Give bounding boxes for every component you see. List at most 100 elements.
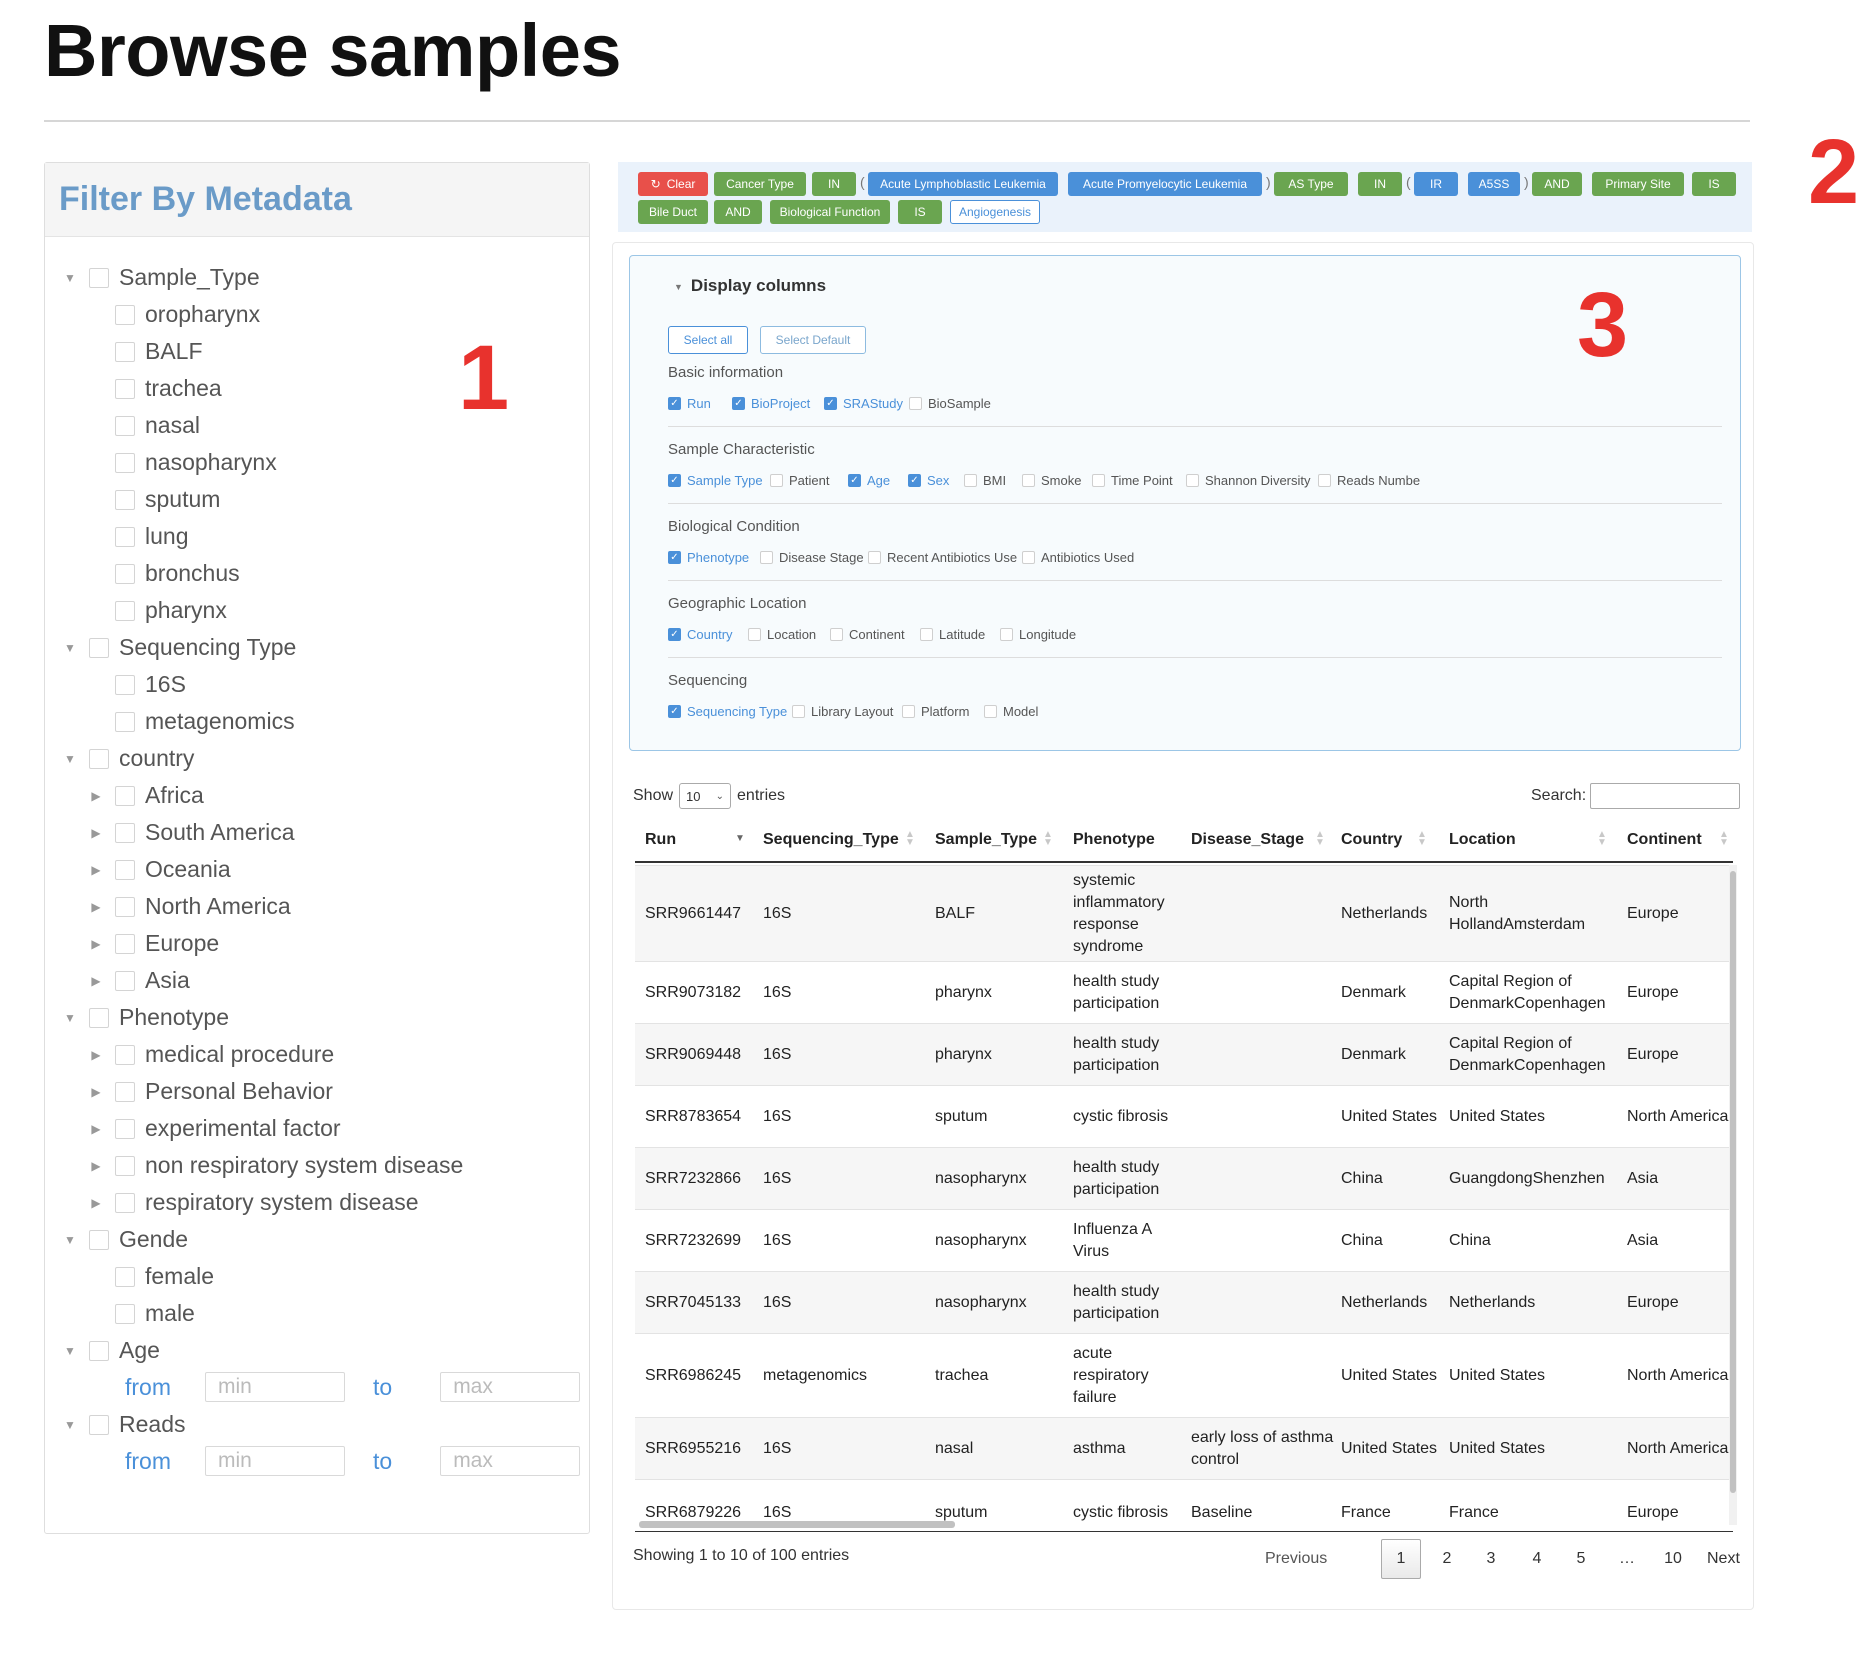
checkbox[interactable] (115, 563, 135, 584)
checkbox[interactable] (1000, 628, 1013, 641)
checkbox[interactable] (964, 474, 977, 487)
checkbox[interactable] (748, 628, 761, 641)
query-tag-biological-function[interactable]: Biological Function (770, 200, 890, 224)
caret-down-icon[interactable]: ▼ (63, 752, 77, 766)
checkbox[interactable] (909, 397, 922, 410)
column-header-sample-type[interactable]: Sample_Type (935, 817, 1037, 863)
checkbox[interactable] (89, 1007, 109, 1028)
column-header-country[interactable]: Country (1341, 817, 1402, 863)
caret-right-icon[interactable]: ▶ (89, 863, 103, 877)
filter-group-phenotype[interactable]: ▼ Phenotype (45, 999, 229, 1036)
filter-item-europe[interactable]: ▶ Europe (45, 925, 219, 962)
column-option-continent[interactable]: Continent (830, 627, 905, 642)
column-option-biosample[interactable]: BioSample (909, 396, 991, 411)
checkbox-checked-icon[interactable]: ✓ (824, 397, 837, 410)
filter-item-non-respiratory-system-disease[interactable]: ▶ non respiratory system disease (45, 1147, 463, 1184)
filter-item-north-america[interactable]: ▶ North America (45, 888, 290, 925)
table-row[interactable]: SRR7232699 16S nasopharynx Influenza A Viru… (635, 1209, 1733, 1271)
range-min-input[interactable]: min (205, 1446, 345, 1476)
page-button-5[interactable]: 5 (1561, 1539, 1601, 1579)
filter-item-africa[interactable]: ▶ Africa (45, 777, 203, 814)
checkbox[interactable] (902, 705, 915, 718)
checkbox[interactable] (115, 489, 135, 510)
query-tag-is[interactable]: IS (1692, 172, 1736, 196)
filter-item-medical-procedure[interactable]: ▶ medical procedure (45, 1036, 334, 1073)
query-tag-is[interactable]: IS (898, 200, 942, 224)
checkbox[interactable] (115, 822, 135, 843)
checkbox[interactable] (115, 415, 135, 436)
checkbox[interactable] (115, 1118, 135, 1139)
vertical-scroll-thumb[interactable] (1730, 871, 1736, 1493)
checkbox[interactable] (1186, 474, 1199, 487)
column-option-shannon-diversity[interactable]: Shannon Diversity (1186, 473, 1311, 488)
caret-right-icon[interactable]: ▶ (89, 937, 103, 951)
filter-item-asia[interactable]: ▶ Asia (45, 962, 189, 999)
checkbox[interactable] (115, 1192, 135, 1213)
sort-icon[interactable]: ▲ ▼ (1315, 830, 1325, 848)
checkbox[interactable] (89, 1340, 109, 1361)
caret-down-icon[interactable]: ▼ (63, 1344, 77, 1358)
display-columns-toggle[interactable]: ▼ Display columns (674, 276, 826, 296)
checkbox[interactable] (115, 1155, 135, 1176)
checkbox[interactable] (115, 785, 135, 806)
page-button-10[interactable]: 10 (1653, 1539, 1693, 1579)
caret-right-icon[interactable]: ▶ (89, 1122, 103, 1136)
table-row[interactable]: SRR7232866 16S nasopharynx health study par… (635, 1147, 1733, 1209)
filter-item-lung[interactable]: lung (45, 518, 188, 555)
range-max-input[interactable]: max (440, 1446, 581, 1476)
filter-item-oropharynx[interactable]: oropharynx (45, 296, 260, 333)
filter-item-female[interactable]: female (45, 1258, 214, 1295)
filter-item-respiratory-system-disease[interactable]: ▶ respiratory system disease (45, 1184, 418, 1221)
filter-group-reads[interactable]: ▼ Reads (45, 1406, 185, 1443)
column-header-phenotype[interactable]: Phenotype (1073, 817, 1155, 863)
checkbox[interactable] (1022, 474, 1035, 487)
column-option-platform[interactable]: Platform (902, 704, 969, 719)
sort-icon[interactable]: ▲ ▼ (1043, 830, 1053, 848)
page-button-4[interactable]: 4 (1517, 1539, 1557, 1579)
checkbox-checked-icon[interactable]: ✓ (668, 705, 681, 718)
query-tag-in[interactable]: IN (812, 172, 856, 196)
checkbox[interactable] (984, 705, 997, 718)
checkbox[interactable] (115, 933, 135, 954)
sort-icon[interactable]: ▲ ▼ (1417, 830, 1427, 848)
caret-down-icon[interactable]: ▼ (63, 1233, 77, 1247)
checkbox-checked-icon[interactable]: ✓ (732, 397, 745, 410)
checkbox[interactable] (115, 859, 135, 880)
column-option-bioproject[interactable]: ✓ BioProject (732, 396, 810, 411)
caret-right-icon[interactable]: ▶ (89, 789, 103, 803)
filter-group-country[interactable]: ▼ country (45, 740, 194, 777)
checkbox[interactable] (89, 748, 109, 769)
filter-group-sample-type[interactable]: ▼ Sample_Type (45, 259, 260, 296)
filter-item-nasal[interactable]: nasal (45, 407, 200, 444)
query-tag-ir[interactable]: IR (1414, 172, 1458, 196)
caret-down-icon[interactable]: ▼ (63, 1011, 77, 1025)
checkbox-checked-icon[interactable]: ✓ (668, 551, 681, 564)
filter-group-sequencing-type[interactable]: ▼ Sequencing Type (45, 629, 296, 666)
filter-item-trachea[interactable]: trachea (45, 370, 222, 407)
query-tag-cancer-type[interactable]: Cancer Type (714, 172, 806, 196)
column-option-antibiotics-used[interactable]: Antibiotics Used (1022, 550, 1134, 565)
checkbox-checked-icon[interactable]: ✓ (848, 474, 861, 487)
checkbox[interactable] (115, 1303, 135, 1324)
checkbox[interactable] (115, 304, 135, 325)
checkbox-checked-icon[interactable]: ✓ (908, 474, 921, 487)
select-all-button[interactable]: Select all (668, 326, 748, 354)
sort-desc-icon[interactable]: ▼ (735, 834, 745, 844)
select-default-button[interactable]: Select Default (760, 326, 866, 354)
page-button-2[interactable]: 2 (1427, 1539, 1467, 1579)
checkbox[interactable] (89, 1414, 109, 1435)
column-header-disease-stage[interactable]: Disease_Stage (1191, 817, 1304, 863)
column-option-disease-stage[interactable]: Disease Stage (760, 550, 864, 565)
filter-item-oceania[interactable]: ▶ Oceania (45, 851, 230, 888)
column-option-location[interactable]: Location (748, 627, 816, 642)
filter-item-personal-behavior[interactable]: ▶ Personal Behavior (45, 1073, 333, 1110)
horizontal-scroll-thumb[interactable] (639, 1521, 955, 1528)
column-option-recent-antibiotics-use[interactable]: Recent Antibiotics Use (868, 550, 1017, 565)
checkbox[interactable] (115, 1044, 135, 1065)
caret-right-icon[interactable]: ▶ (89, 826, 103, 840)
clear-button[interactable]: ↻ Clear (638, 172, 708, 196)
table-row[interactable]: SRR7045133 16S nasopharynx health study par… (635, 1271, 1733, 1333)
range-min-input[interactable]: min (205, 1372, 345, 1402)
filter-group-gende[interactable]: ▼ Gende (45, 1221, 188, 1258)
checkbox[interactable] (115, 378, 135, 399)
